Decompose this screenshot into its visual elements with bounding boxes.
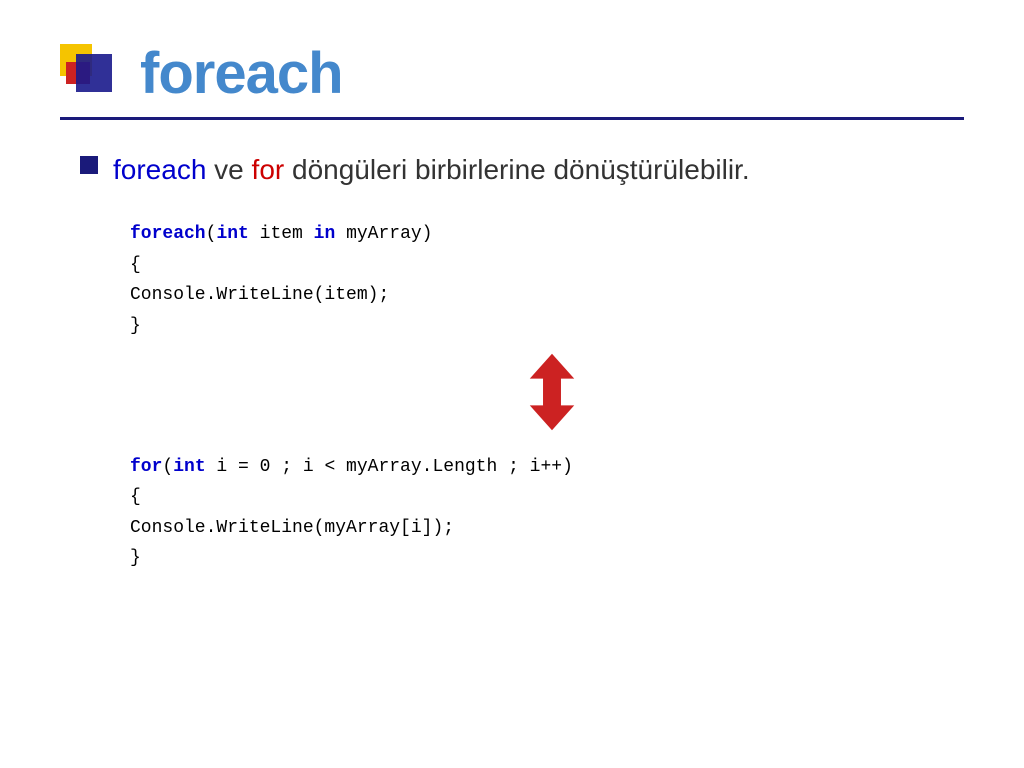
code2-line2: {: [130, 482, 964, 513]
bullet-text-rest: döngüleri birbirlerine dönüştürülebilir.: [284, 154, 749, 185]
header: foreach: [60, 40, 964, 120]
code2-int-keyword: int: [173, 457, 205, 477]
bullet-text: foreach ve for döngüleri birbirlerine dö…: [113, 150, 750, 189]
code2-line4: }: [130, 543, 964, 574]
code1-line1: foreach(int item in myArray): [130, 219, 964, 250]
code2-for-keyword: for: [130, 457, 162, 477]
logo: [60, 44, 120, 104]
code2-line1: for(int i = 0 ; i < myArray.Length ; i++…: [130, 452, 964, 483]
code1-line3: Console.WriteLine(item);: [130, 280, 964, 311]
code1-int-keyword: int: [216, 224, 248, 244]
bidirectional-arrow-icon: [517, 352, 587, 432]
code1-line2: {: [130, 250, 964, 281]
logo-blue-square: [76, 54, 112, 92]
keyword-for: for: [252, 154, 285, 185]
content-area: foreach ve for döngüleri birbirlerine dö…: [80, 150, 964, 574]
bullet-item: foreach ve for döngüleri birbirlerine dö…: [80, 150, 964, 189]
code-block-1: foreach(int item in myArray) { Console.W…: [130, 219, 964, 341]
arrow-container: [80, 352, 964, 432]
code1-foreach-keyword: foreach: [130, 224, 206, 244]
bullet-text-ve: ve: [206, 154, 251, 185]
code-wrapper: foreach(int item in myArray) { Console.W…: [80, 209, 964, 574]
keyword-foreach: foreach: [113, 154, 206, 185]
bullet-icon: [80, 156, 98, 174]
code-block-2: for(int i = 0 ; i < myArray.Length ; i++…: [130, 452, 964, 574]
code1-content: foreach(int item in myArray) { Console.W…: [130, 219, 964, 341]
page-title: foreach: [140, 40, 343, 107]
slide: foreach foreach ve for döngüleri birbirl…: [0, 0, 1024, 768]
code1-line4: }: [130, 311, 964, 342]
code1-in-keyword: in: [314, 224, 336, 244]
code2-content: for(int i = 0 ; i < myArray.Length ; i++…: [130, 452, 964, 574]
code2-line3: Console.WriteLine(myArray[i]);: [130, 513, 964, 544]
